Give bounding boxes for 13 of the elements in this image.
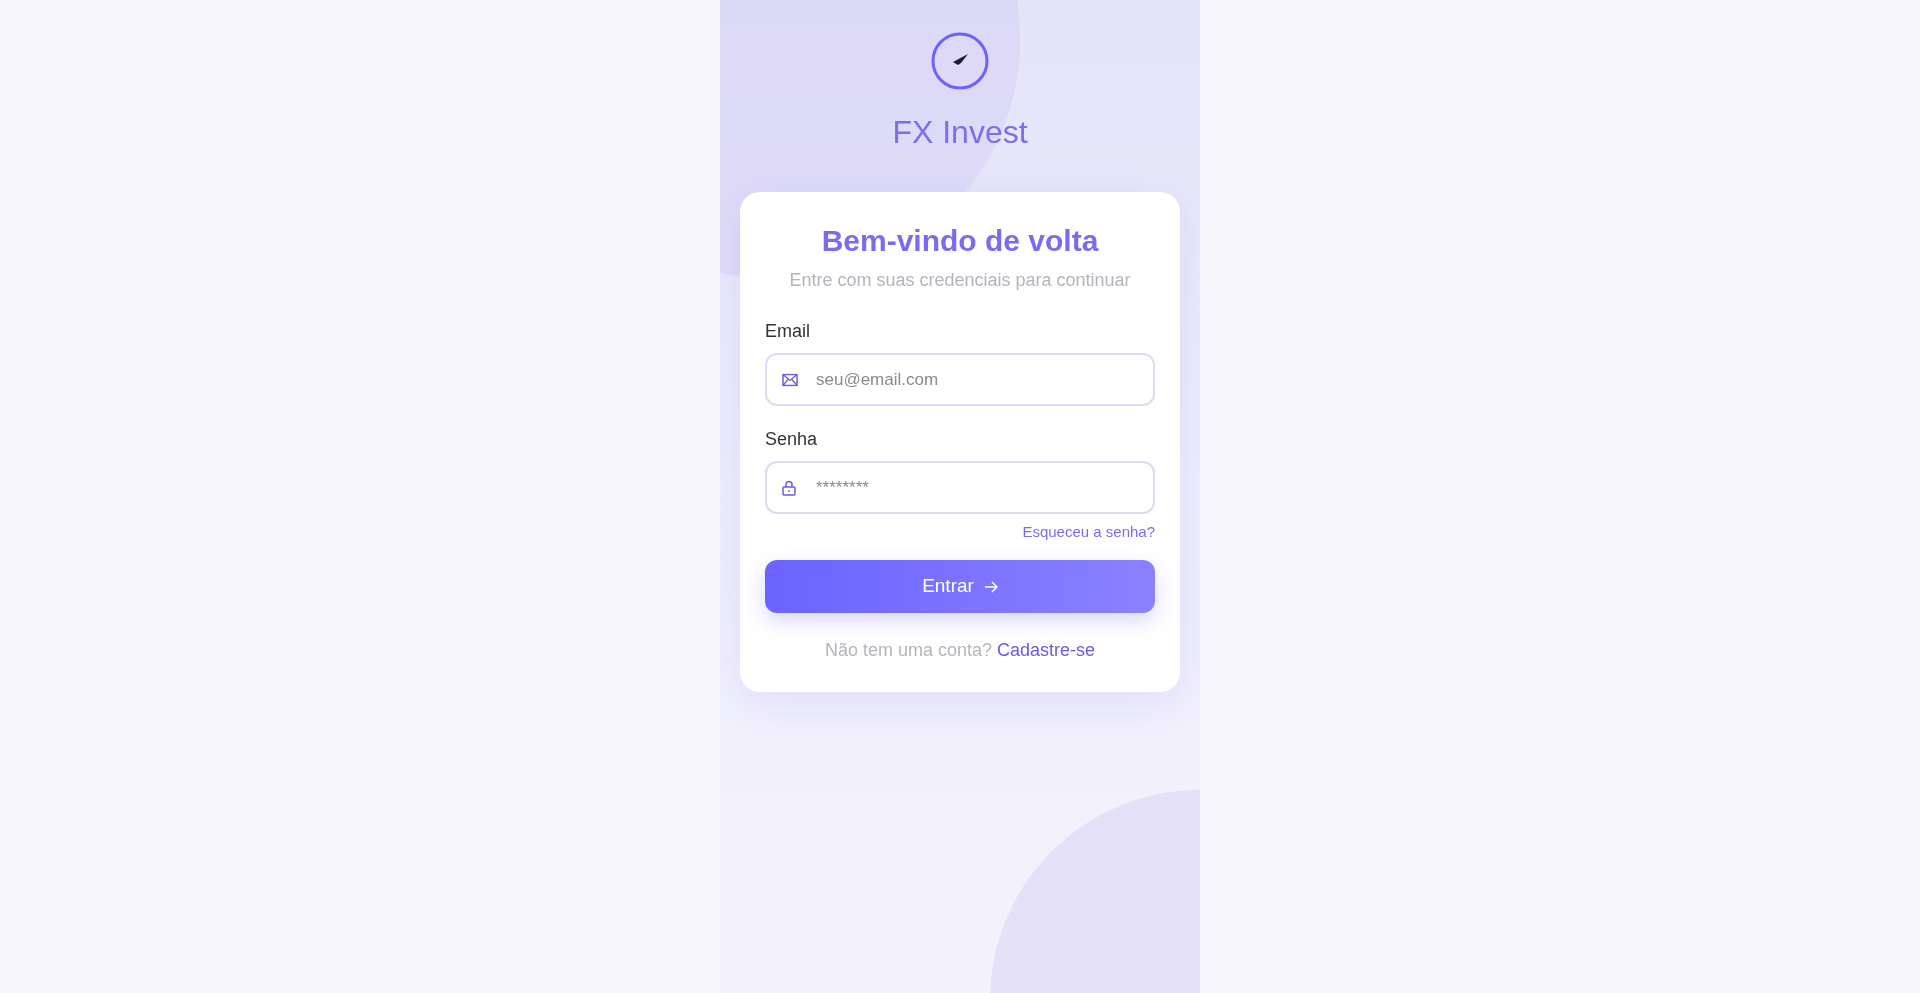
forgot-password-link[interactable]: Esqueceu a senha? (1022, 523, 1155, 540)
app-name: FX Invest (892, 116, 1028, 148)
logo-icon (931, 32, 989, 90)
card-title: Bem-vindo de volta (820, 224, 1100, 257)
email-field[interactable]: seu@email.com (765, 353, 1155, 406)
signup-link[interactable]: Cadastre-se (997, 640, 1096, 660)
password-field[interactable]: ******** (765, 461, 1155, 514)
field-label: Senha (765, 428, 818, 451)
signup-prompt: Não tem uma conta? (824, 640, 992, 660)
card-subtitle: Entre com suas credenciais para continuar (788, 269, 1132, 292)
field-label: Email (765, 320, 810, 343)
arrow-right-icon (983, 580, 998, 593)
login-button[interactable]: Entrar (765, 560, 1155, 613)
